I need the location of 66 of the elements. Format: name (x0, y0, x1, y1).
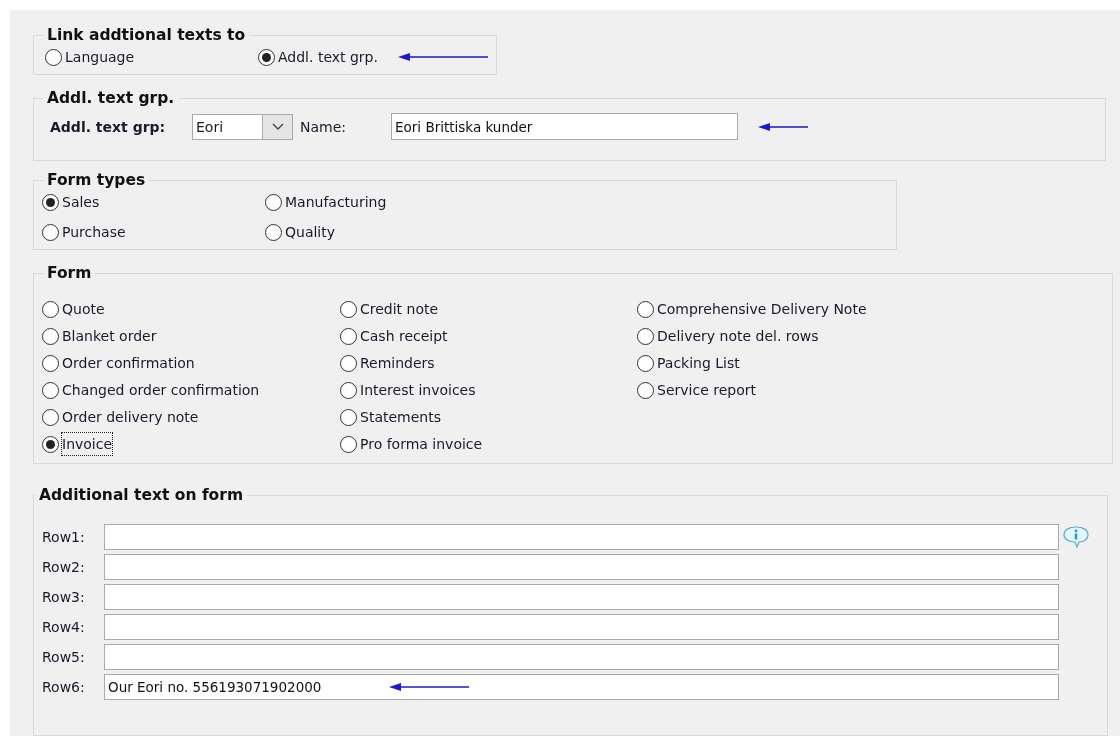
radio-button[interactable] (340, 354, 357, 372)
radio-button[interactable] (340, 381, 357, 399)
field-label: Name: (300, 118, 348, 135)
dropdown-field[interactable]: Eori (192, 113, 293, 140)
text-field[interactable] (104, 584, 1059, 610)
radio-button[interactable] (42, 381, 59, 399)
text-field[interactable] (104, 614, 1059, 640)
radio-button[interactable] (340, 300, 357, 318)
radio-button[interactable] (42, 435, 59, 453)
field-label: Row5: (42, 649, 86, 665)
group-title: Additional text on form (38, 486, 245, 504)
chevron-down-icon (271, 122, 284, 131)
text-field[interactable] (104, 644, 1059, 670)
radio-option[interactable]: Language (45, 46, 135, 68)
field-label: Row2: (42, 559, 86, 575)
radio-button[interactable] (42, 408, 59, 426)
radio-option[interactable]: Credit note (340, 298, 439, 320)
radio-button[interactable] (45, 48, 62, 66)
group-title: Form types (46, 171, 147, 189)
radio-option[interactable]: Order delivery note (42, 406, 199, 428)
text-field[interactable]: Our Eori no. 556193071902000 (104, 674, 1059, 700)
field-label: Addl. text grp: (50, 118, 167, 135)
radio-button[interactable] (265, 193, 282, 211)
radio-button[interactable] (42, 300, 59, 318)
group-title: Addl. text grp. (46, 89, 176, 107)
radio-button[interactable] (258, 48, 275, 66)
field-label: Row6: (42, 679, 86, 695)
radio-button[interactable] (42, 327, 59, 345)
radio-button[interactable] (340, 435, 357, 453)
radio-option[interactable]: Changed order confirmation (42, 379, 260, 401)
group-title: Form (46, 264, 93, 282)
radio-button[interactable] (42, 223, 59, 241)
radio-button[interactable] (340, 408, 357, 426)
text-field[interactable] (104, 554, 1059, 580)
radio-option[interactable]: Cash receipt (340, 325, 448, 347)
radio-option[interactable]: Addl. text grp. (258, 46, 378, 68)
radio-option[interactable]: Sales (42, 191, 100, 213)
radio-option[interactable]: Manufacturing (265, 191, 387, 213)
radio-button[interactable] (42, 354, 59, 372)
radio-option[interactable]: Purchase (42, 221, 126, 243)
group-title: Link addtional texts to (46, 26, 247, 44)
radio-option[interactable]: Statements (340, 406, 441, 428)
radio-button[interactable] (637, 300, 654, 318)
radio-button[interactable] (637, 327, 654, 345)
radio-option[interactable]: Packing List (637, 352, 740, 374)
radio-button[interactable] (637, 381, 654, 399)
radio-option[interactable]: Delivery note del. rows (637, 325, 819, 347)
field-label: Row4: (42, 619, 86, 635)
radio-option[interactable]: Quality (265, 221, 336, 243)
radio-button[interactable] (42, 193, 59, 211)
radio-option[interactable]: Reminders (340, 352, 435, 374)
radio-option[interactable]: Quote (42, 298, 105, 320)
radio-option[interactable]: Blanket order (42, 325, 157, 347)
radio-option[interactable]: Pro forma invoice (340, 433, 483, 455)
radio-button[interactable] (637, 354, 654, 372)
text-field[interactable]: Eori Brittiska kunder (391, 113, 738, 140)
radio-option[interactable]: Comprehensive Delivery Note (637, 298, 867, 320)
radio-option[interactable]: Interest invoices (340, 379, 476, 401)
radio-option[interactable]: Invoice (42, 433, 113, 455)
radio-option[interactable]: Order confirmation (42, 352, 195, 374)
radio-option[interactable]: Service report (637, 379, 756, 401)
radio-button[interactable] (340, 327, 357, 345)
text-field[interactable] (104, 524, 1059, 550)
radio-button[interactable] (265, 223, 282, 241)
field-label: Row1: (42, 529, 86, 545)
field-label: Row3: (42, 589, 86, 605)
